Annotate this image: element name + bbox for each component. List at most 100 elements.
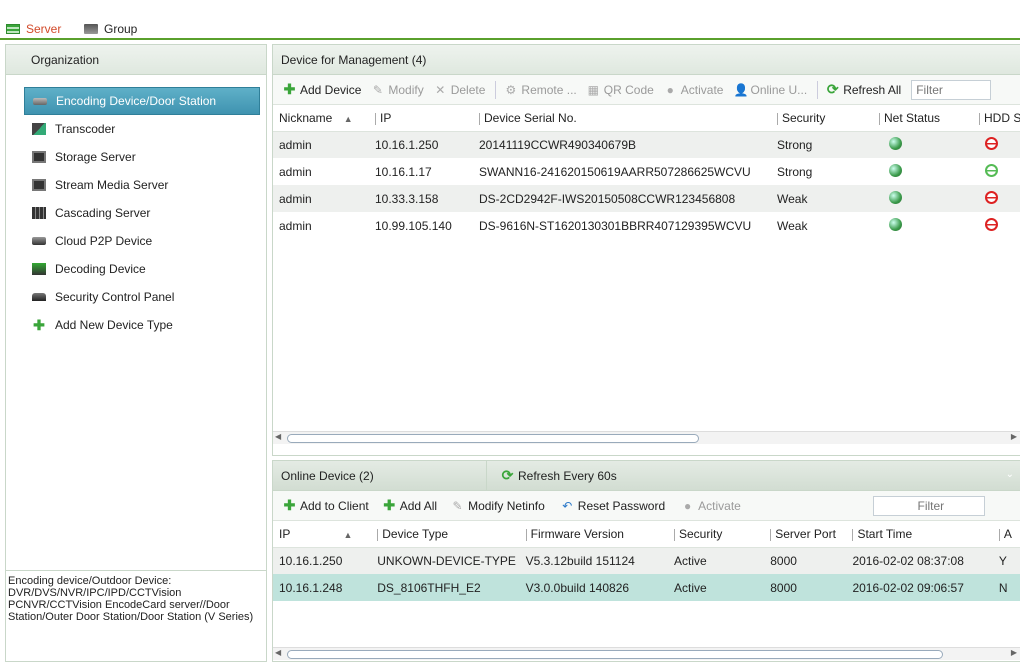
scrollbar-thumb[interactable] — [287, 434, 699, 443]
management-toolbar: ✚ Add Device ✎ Modify ✕ Delete ⚙ Remote … — [273, 75, 1020, 105]
qr-code-button[interactable]: ▦ QR Code — [587, 83, 654, 97]
management-title: Device for Management (4) — [281, 52, 427, 67]
tab-group[interactable]: Group — [84, 19, 137, 39]
cell-hdd-status — [973, 158, 1020, 185]
cell-ip: 10.16.1.250 — [273, 547, 372, 574]
cell-hdd-status — [973, 185, 1020, 212]
modify-netinfo-button[interactable]: ✎ Modify Netinfo — [451, 499, 545, 513]
org-item-label: Storage Server — [55, 150, 136, 164]
column-header-serial[interactable]: Device Serial No. — [473, 105, 771, 132]
pencil-icon: ✎ — [452, 498, 463, 513]
column-header-device-type[interactable]: Device Type — [371, 521, 520, 548]
organization-panel: Organization Encoding Device/Door Statio… — [5, 44, 267, 662]
management-horizontal-scrollbar[interactable]: ◀ ▶ — [273, 431, 1020, 444]
organization-title: Organization — [31, 52, 100, 67]
cell-security: Strong — [777, 164, 813, 179]
organization-header: Organization — [6, 45, 266, 75]
collapse-icon[interactable]: ⌄ — [1006, 469, 1014, 480]
table-row[interactable]: admin 10.16.1.250 20141119CCWR490340679B… — [273, 131, 1020, 158]
activate-label: Activate — [680, 82, 724, 97]
org-item-security-control-panel[interactable]: Security Control Panel — [24, 283, 260, 311]
scroll-right-icon: ▶ — [1010, 648, 1017, 657]
tab-server[interactable]: Server — [6, 19, 61, 39]
cell-server-port: 8000 — [764, 574, 847, 601]
table-row[interactable]: 10.16.1.250 UNKOWN-DEVICE-TYPE V5.3.12bu… — [273, 547, 1020, 574]
cell-security: Active — [668, 547, 765, 574]
table-row[interactable]: admin 10.16.1.17 SWANN16-241620150619AAR… — [273, 158, 1020, 185]
sort-asc-icon: ▲ — [343, 529, 353, 540]
net-online-icon — [889, 136, 902, 150]
activate-button[interactable]: ● Activate — [664, 83, 724, 97]
table-row[interactable]: 10.16.1.248 DS_8106THFH_E2 V3.0.0build 1… — [273, 574, 1020, 601]
online-user-button[interactable]: 👤 Online U... — [733, 83, 807, 97]
org-item-label: Decoding Device — [55, 262, 146, 276]
table-row[interactable]: admin 10.99.105.140 DS-9616N-ST162013030… — [273, 212, 1020, 239]
org-item-label: Transcoder — [55, 122, 116, 136]
tab-group-label: Group — [104, 22, 138, 36]
refresh-interval-label: Refresh Every 60s — [518, 468, 617, 483]
cell-added: Y — [992, 547, 1020, 574]
column-header-nickname[interactable]: Nickname ▲ — [273, 105, 369, 132]
cell-nickname: admin — [273, 131, 369, 158]
column-header-security[interactable]: Security — [668, 521, 765, 548]
add-all-button[interactable]: ✚ Add All — [383, 497, 437, 514]
online-filter-input[interactable] — [872, 495, 985, 516]
pencil-icon: ✎ — [372, 82, 383, 97]
cell-nickname: admin — [279, 218, 312, 233]
column-header-ip[interactable]: IP — [369, 105, 473, 132]
org-item-stream-media-server[interactable]: Stream Media Server — [24, 171, 260, 199]
cell-firmware: V3.0.0build 140826 — [519, 574, 668, 601]
org-item-storage-server[interactable]: Storage Server — [24, 143, 260, 171]
add-to-client-button[interactable]: ✚ Add to Client — [283, 497, 369, 514]
reset-password-button[interactable]: ↶ Reset Password — [561, 499, 665, 513]
reset-password-label: Reset Password — [577, 498, 666, 513]
table-row[interactable]: admin 10.33.3.158 DS-2CD2942F-IWS2015050… — [273, 185, 1020, 212]
column-header-net-status[interactable]: Net Status — [873, 105, 973, 132]
refresh-interval-button[interactable]: ⟳ Refresh Every 60s — [501, 467, 617, 484]
cell-net-status — [873, 158, 973, 185]
remote-config-label: Remote ... — [521, 82, 577, 97]
management-table-header: Nickname ▲ IP Device Serial No. Security… — [273, 105, 1020, 132]
org-item-cascading-server[interactable]: Cascading Server — [24, 199, 260, 227]
modify-label: Modify — [388, 82, 424, 97]
scrollbar-thumb[interactable] — [287, 650, 943, 659]
org-item-add-new-device-type[interactable]: ✚ Add New Device Type — [24, 311, 260, 339]
management-filter-input[interactable] — [911, 79, 992, 100]
org-item-transcoder[interactable]: Transcoder — [24, 115, 260, 143]
org-item-decoding-device[interactable]: Decoding Device — [24, 255, 260, 283]
column-header-server-port[interactable]: Server Port — [764, 521, 847, 548]
scroll-right-icon: ▶ — [1010, 432, 1017, 441]
column-label: Device Type — [382, 526, 449, 541]
column-label: IP — [279, 526, 291, 541]
column-label: HDD S — [984, 110, 1020, 125]
scroll-left-icon: ◀ — [275, 432, 282, 441]
cell-security: Strong — [771, 131, 873, 158]
activate-button[interactable]: ● Activate — [681, 499, 741, 513]
modify-button[interactable]: ✎ Modify — [371, 82, 424, 97]
cloud-p2p-icon — [32, 237, 46, 245]
cell-serial: SWANN16-241620150619AARR507286625WCVU — [479, 164, 751, 179]
org-item-cloud-p2p[interactable]: Cloud P2P Device — [24, 227, 260, 255]
online-device-table: IP ▲ Device Type Firmware Version Securi… — [273, 521, 1020, 601]
column-header-hdd-status[interactable]: HDD S — [973, 105, 1020, 132]
online-horizontal-scrollbar[interactable]: ◀ ▶ — [273, 647, 1020, 660]
activate-label: Activate — [698, 498, 741, 513]
refresh-icon: ⟳ — [501, 467, 514, 483]
column-header-ip[interactable]: IP ▲ — [273, 521, 372, 548]
column-header-firmware[interactable]: Firmware Version — [519, 521, 668, 548]
org-item-encoding-device[interactable]: Encoding Device/Door Station — [24, 87, 260, 115]
delete-button[interactable]: ✕ Delete — [434, 83, 485, 97]
cell-serial: DS-9616N-ST1620130301BBRR407129395WCVU — [479, 218, 752, 233]
decoding-device-icon — [32, 263, 46, 275]
net-online-icon — [889, 190, 902, 204]
column-header-added[interactable]: A — [992, 521, 1020, 548]
net-online-icon — [889, 217, 902, 231]
column-label: Security — [782, 110, 826, 125]
remote-config-button[interactable]: ⚙ Remote ... — [504, 82, 577, 97]
refresh-all-button[interactable]: ⟳ Refresh All — [826, 81, 901, 98]
cell-hdd-status — [973, 212, 1020, 239]
column-header-start-time[interactable]: Start Time — [846, 521, 993, 548]
modify-netinfo-label: Modify Netinfo — [468, 498, 545, 513]
column-header-security[interactable]: Security — [771, 105, 873, 132]
add-device-button[interactable]: ✚ Add Device — [283, 81, 362, 98]
